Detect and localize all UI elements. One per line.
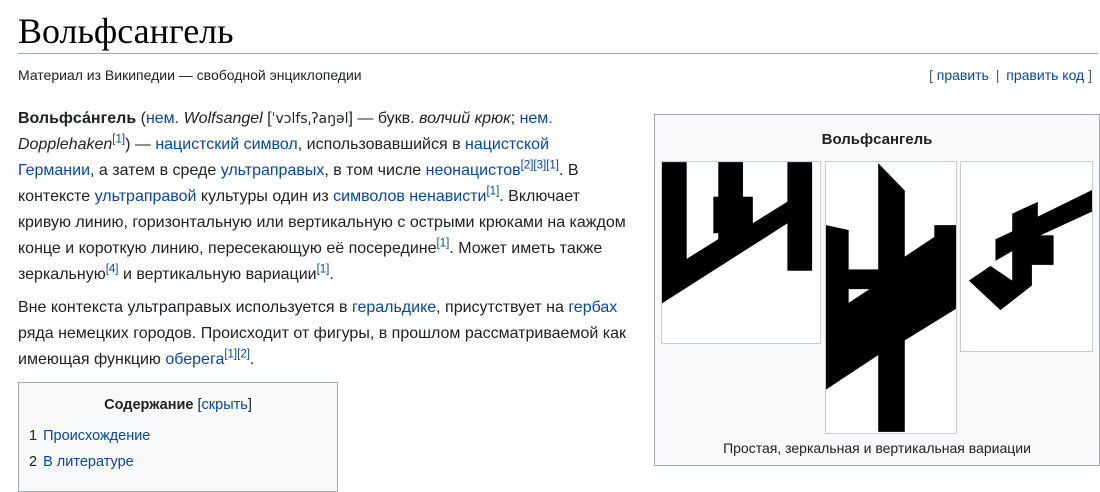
text: Вне контекста ультраправых используется … [18, 299, 352, 316]
link-nazi-symbol[interactable]: нацистский символ [155, 136, 297, 153]
lang-link-german-2[interactable]: нем. [520, 110, 553, 127]
text: [ [262, 110, 272, 127]
german-term: Wolfsangel [183, 110, 263, 127]
wolfsangel-simple-icon [662, 162, 813, 304]
link-coats-of-arms[interactable]: гербах [568, 299, 617, 316]
reference-link[interactable]: [1] [437, 238, 450, 250]
toc-link-literature[interactable]: В литературе [43, 454, 134, 470]
edit-separator: | [995, 67, 1000, 83]
article-term: Вольфса́нгель [18, 110, 137, 127]
link-hate-symbols[interactable]: символов ненависти [333, 188, 486, 205]
text: ) — [125, 136, 156, 153]
toc-hide-open: [ [193, 397, 202, 413]
page-title: Вольфсангель [18, 11, 234, 51]
edit-links: [ править | править код ] [929, 67, 1092, 83]
toc-title: Содержание [104, 397, 194, 413]
text: , присутствует на [436, 299, 569, 316]
infobox-title: Вольфсангель [821, 131, 933, 148]
text: и вертикальную вариации [118, 266, 317, 283]
wolfsangel-vertical-icon [968, 190, 1092, 311]
link-far-right-culture[interactable]: ультраправой [95, 188, 197, 205]
toc-hide-link[interactable]: скрыть [202, 397, 248, 413]
toc-item-number: 1 [29, 428, 38, 444]
second-paragraph: Вне контекста ультраправых используется … [18, 295, 628, 373]
text: . [249, 351, 255, 368]
text: , использовавшийся в [297, 136, 466, 153]
title-divider [18, 53, 1098, 54]
toc-hide-close: ] [247, 397, 252, 413]
text: , а затем в среде [90, 162, 221, 179]
lang-link-german[interactable]: нем. [146, 110, 179, 127]
link-neonazis[interactable]: неонацистов [426, 162, 521, 179]
link-far-right[interactable]: ультраправых [221, 162, 325, 179]
reference-link[interactable]: [2][3][1] [521, 160, 559, 172]
reference-link[interactable]: [1][2] [224, 349, 250, 361]
text: , в том числе [324, 162, 426, 179]
wolfsangel-simple-image[interactable] [661, 161, 821, 344]
link-amulet[interactable]: оберега [165, 351, 224, 368]
literal-gloss: волчий крюк [419, 110, 511, 127]
toc-header: Содержание [скрыть] [29, 395, 327, 415]
wolfsangel-vertical-image[interactable] [960, 161, 1093, 352]
text: культуры один из [196, 188, 334, 205]
edit-code-link[interactable]: править код [1006, 67, 1084, 83]
text: ( [136, 110, 146, 127]
reference-link[interactable]: [4] [106, 264, 119, 276]
reference-link[interactable]: [1] [486, 186, 499, 198]
wolfsangel-mirrored-icon [826, 163, 956, 432]
edit-bracket-close: ] [1088, 67, 1092, 83]
text: ; [510, 110, 520, 127]
intro-paragraph: Вольфса́нгель (нем. Wolfsangel [ˈvɔlfsˌʔ… [18, 106, 628, 288]
toc-item: 2 В литературе [29, 449, 327, 475]
german-term-2: Dopplehaken [18, 136, 113, 153]
text: ] — букв. [348, 110, 420, 127]
ipa-transcription: ˈvɔlfsˌʔaŋəl [271, 111, 349, 127]
infobox: Вольфсангель Простая, зеркальная и верти… [654, 114, 1100, 466]
toc-link-origin[interactable]: Происхождение [43, 428, 150, 444]
reference-link[interactable]: [1] [317, 264, 330, 276]
reference-link[interactable]: [1] [112, 134, 125, 146]
edit-bracket-open: [ [928, 67, 933, 83]
edit-link[interactable]: править [937, 67, 989, 83]
toc-item: 1 Происхождение [29, 423, 327, 449]
toc-item-number: 2 [29, 454, 38, 470]
site-tagline: Материал из Википедии — свободной энцикл… [18, 67, 362, 83]
text: ряда немецких городов. Происходит от фиг… [18, 325, 626, 368]
text: . [329, 266, 334, 283]
wolfsangel-mirrored-image[interactable] [825, 161, 957, 434]
article-body: Вольфса́нгель (нем. Wolfsangel [ˈvɔlfsˌʔ… [18, 106, 628, 380]
infobox-caption: Простая, зеркальная и вертикальная вариа… [723, 440, 1031, 456]
link-heraldry[interactable]: геральдике [352, 299, 436, 316]
